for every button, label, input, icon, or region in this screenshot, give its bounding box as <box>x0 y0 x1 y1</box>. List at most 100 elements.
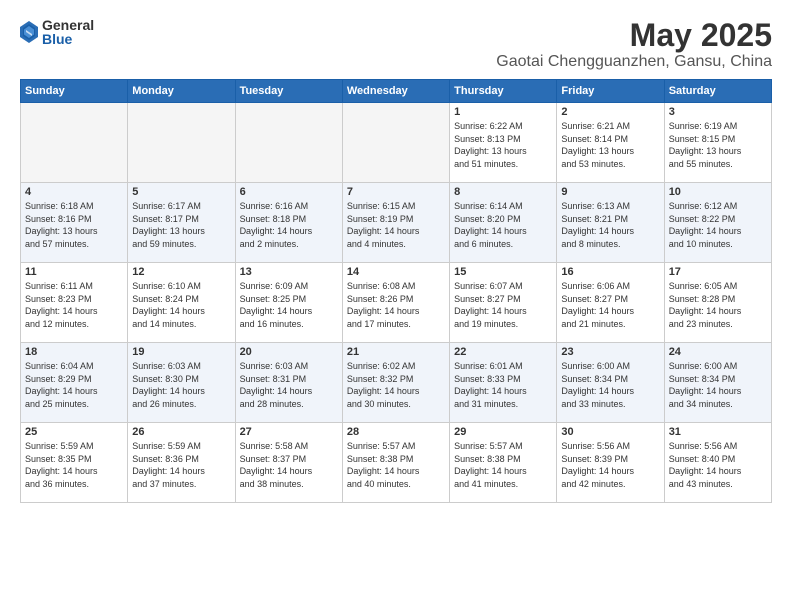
cell-content: Sunrise: 6:13 AMSunset: 8:21 PMDaylight:… <box>561 200 659 250</box>
header-wednesday: Wednesday <box>342 80 449 103</box>
calendar-cell: 28Sunrise: 5:57 AMSunset: 8:38 PMDayligh… <box>342 423 449 503</box>
cell-content: Sunrise: 6:01 AMSunset: 8:33 PMDaylight:… <box>454 360 552 410</box>
calendar-cell: 21 Sunrise: 6:02 AMSunset: 8:32 PMDayligh… <box>342 343 449 423</box>
cell-content: Sunrise: 6:02 AMSunset: 8:32 PMDaylight:… <box>347 360 445 410</box>
day-number: 22 <box>454 346 552 358</box>
cell-content: Sunrise: 6:03 AMSunset: 8:30 PMDaylight:… <box>132 360 230 410</box>
calendar-cell: 15Sunrise: 6:07 AMSunset: 8:27 PMDayligh… <box>450 263 557 343</box>
page: General Blue May 2025 Gaotai Chengguanzh… <box>0 0 792 612</box>
day-number: 9 <box>561 186 659 198</box>
day-number: 31 <box>669 426 767 438</box>
calendar-cell <box>235 103 342 183</box>
calendar-cell: 6 Sunrise: 6:16 AMSunset: 8:18 PMDaylight… <box>235 183 342 263</box>
logo-general: General <box>42 18 94 32</box>
calendar-cell <box>342 103 449 183</box>
day-number: 12 <box>132 266 230 278</box>
cell-content: Sunrise: 5:59 AMSunset: 8:35 PMDaylight:… <box>25 440 123 490</box>
calendar-table: Sunday Monday Tuesday Wednesday Thursday… <box>20 79 772 503</box>
cell-content: Sunrise: 6:12 AMSunset: 8:22 PMDaylight:… <box>669 200 767 250</box>
cell-content: Sunrise: 6:05 AMSunset: 8:28 PMDaylight:… <box>669 280 767 330</box>
calendar-cell: 24Sunrise: 6:00 AMSunset: 8:34 PMDayligh… <box>664 343 771 423</box>
calendar-cell: 1Sunrise: 6:22 AMSunset: 8:13 PMDaylight… <box>450 103 557 183</box>
day-number: 26 <box>132 426 230 438</box>
week-row-5: 25 Sunrise: 5:59 AMSunset: 8:35 PMDayligh… <box>21 423 772 503</box>
calendar-cell: 12 Sunrise: 6:10 AMSunset: 8:24 PMDayligh… <box>128 263 235 343</box>
calendar-cell: 23 Sunrise: 6:00 AMSunset: 8:34 PMDayligh… <box>557 343 664 423</box>
day-number: 13 <box>240 266 338 278</box>
header: General Blue May 2025 Gaotai Chengguanzh… <box>20 18 772 71</box>
day-number: 2 <box>561 106 659 118</box>
cell-content: Sunrise: 6:22 AMSunset: 8:13 PMDaylight:… <box>454 120 552 170</box>
cell-content: Sunrise: 6:18 AMSunset: 8:16 PMDaylight:… <box>25 200 123 250</box>
logo-icon <box>20 21 38 43</box>
cell-content: Sunrise: 5:56 AMSunset: 8:39 PMDaylight:… <box>561 440 659 490</box>
cell-content: Sunrise: 6:10 AMSunset: 8:24 PMDaylight:… <box>132 280 230 330</box>
calendar-cell: 11Sunrise: 6:11 AMSunset: 8:23 PMDayligh… <box>21 263 128 343</box>
week-row-2: 4Sunrise: 6:18 AMSunset: 8:16 PMDaylight… <box>21 183 772 263</box>
calendar-cell: 19 Sunrise: 6:03 AMSunset: 8:30 PMDayligh… <box>128 343 235 423</box>
cell-content: Sunrise: 6:00 AMSunset: 8:34 PMDaylight:… <box>561 360 659 410</box>
day-number: 20 <box>240 346 338 358</box>
cell-content: Sunrise: 6:04 AMSunset: 8:29 PMDaylight:… <box>25 360 123 410</box>
header-tuesday: Tuesday <box>235 80 342 103</box>
month-title: May 2025 <box>496 18 772 53</box>
cell-content: Sunrise: 5:57 AMSunset: 8:38 PMDaylight:… <box>347 440 445 490</box>
header-saturday: Saturday <box>664 80 771 103</box>
day-number: 11 <box>25 266 123 278</box>
calendar-cell: 30 Sunrise: 5:56 AMSunset: 8:39 PMDayligh… <box>557 423 664 503</box>
cell-content: Sunrise: 6:16 AMSunset: 8:18 PMDaylight:… <box>240 200 338 250</box>
calendar-cell: 10 Sunrise: 6:12 AMSunset: 8:22 PMDayligh… <box>664 183 771 263</box>
cell-content: Sunrise: 6:17 AMSunset: 8:17 PMDaylight:… <box>132 200 230 250</box>
cell-content: Sunrise: 6:06 AMSunset: 8:27 PMDaylight:… <box>561 280 659 330</box>
calendar-cell: 29Sunrise: 5:57 AMSunset: 8:38 PMDayligh… <box>450 423 557 503</box>
calendar-cell: 14Sunrise: 6:08 AMSunset: 8:26 PMDayligh… <box>342 263 449 343</box>
cell-content: Sunrise: 6:21 AMSunset: 8:14 PMDaylight:… <box>561 120 659 170</box>
calendar-cell: 2 Sunrise: 6:21 AMSunset: 8:14 PMDaylight… <box>557 103 664 183</box>
day-number: 16 <box>561 266 659 278</box>
cell-content: Sunrise: 6:03 AMSunset: 8:31 PMDaylight:… <box>240 360 338 410</box>
cell-content: Sunrise: 5:58 AMSunset: 8:37 PMDaylight:… <box>240 440 338 490</box>
cell-content: Sunrise: 6:09 AMSunset: 8:25 PMDaylight:… <box>240 280 338 330</box>
header-row: Sunday Monday Tuesday Wednesday Thursday… <box>21 80 772 103</box>
week-row-4: 18 Sunrise: 6:04 AMSunset: 8:29 PMDayligh… <box>21 343 772 423</box>
calendar-cell: 17 Sunrise: 6:05 AMSunset: 8:28 PMDayligh… <box>664 263 771 343</box>
title-section: May 2025 Gaotai Chengguanzhen, Gansu, Ch… <box>496 18 772 71</box>
calendar-cell: 27 Sunrise: 5:58 AMSunset: 8:37 PMDayligh… <box>235 423 342 503</box>
cell-content: Sunrise: 6:14 AMSunset: 8:20 PMDaylight:… <box>454 200 552 250</box>
calendar-cell: 22 Sunrise: 6:01 AMSunset: 8:33 PMDayligh… <box>450 343 557 423</box>
calendar-cell: 7Sunrise: 6:15 AMSunset: 8:19 PMDaylight… <box>342 183 449 263</box>
cell-content: Sunrise: 6:15 AMSunset: 8:19 PMDaylight:… <box>347 200 445 250</box>
day-number: 8 <box>454 186 552 198</box>
day-number: 19 <box>132 346 230 358</box>
header-thursday: Thursday <box>450 80 557 103</box>
day-number: 27 <box>240 426 338 438</box>
day-number: 17 <box>669 266 767 278</box>
day-number: 30 <box>561 426 659 438</box>
week-row-3: 11Sunrise: 6:11 AMSunset: 8:23 PMDayligh… <box>21 263 772 343</box>
header-sunday: Sunday <box>21 80 128 103</box>
cell-content: Sunrise: 6:19 AMSunset: 8:15 PMDaylight:… <box>669 120 767 170</box>
calendar-cell: 31Sunrise: 5:56 AMSunset: 8:40 PMDayligh… <box>664 423 771 503</box>
calendar-cell: 8 Sunrise: 6:14 AMSunset: 8:20 PMDaylight… <box>450 183 557 263</box>
day-number: 23 <box>561 346 659 358</box>
day-number: 25 <box>25 426 123 438</box>
calendar-cell: 4Sunrise: 6:18 AMSunset: 8:16 PMDaylight… <box>21 183 128 263</box>
day-number: 18 <box>25 346 123 358</box>
calendar-cell: 5 Sunrise: 6:17 AMSunset: 8:17 PMDaylight… <box>128 183 235 263</box>
week-row-1: 1Sunrise: 6:22 AMSunset: 8:13 PMDaylight… <box>21 103 772 183</box>
calendar-cell: 16 Sunrise: 6:06 AMSunset: 8:27 PMDayligh… <box>557 263 664 343</box>
calendar-cell <box>21 103 128 183</box>
day-number: 3 <box>669 106 767 118</box>
calendar-cell: 9 Sunrise: 6:13 AMSunset: 8:21 PMDaylight… <box>557 183 664 263</box>
calendar-cell: 20 Sunrise: 6:03 AMSunset: 8:31 PMDayligh… <box>235 343 342 423</box>
day-number: 10 <box>669 186 767 198</box>
calendar-cell <box>128 103 235 183</box>
day-number: 5 <box>132 186 230 198</box>
day-number: 21 <box>347 346 445 358</box>
cell-content: Sunrise: 6:07 AMSunset: 8:27 PMDaylight:… <box>454 280 552 330</box>
cell-content: Sunrise: 6:08 AMSunset: 8:26 PMDaylight:… <box>347 280 445 330</box>
calendar-cell: 18 Sunrise: 6:04 AMSunset: 8:29 PMDayligh… <box>21 343 128 423</box>
day-number: 24 <box>669 346 767 358</box>
logo-text: General Blue <box>42 18 94 46</box>
day-number: 6 <box>240 186 338 198</box>
